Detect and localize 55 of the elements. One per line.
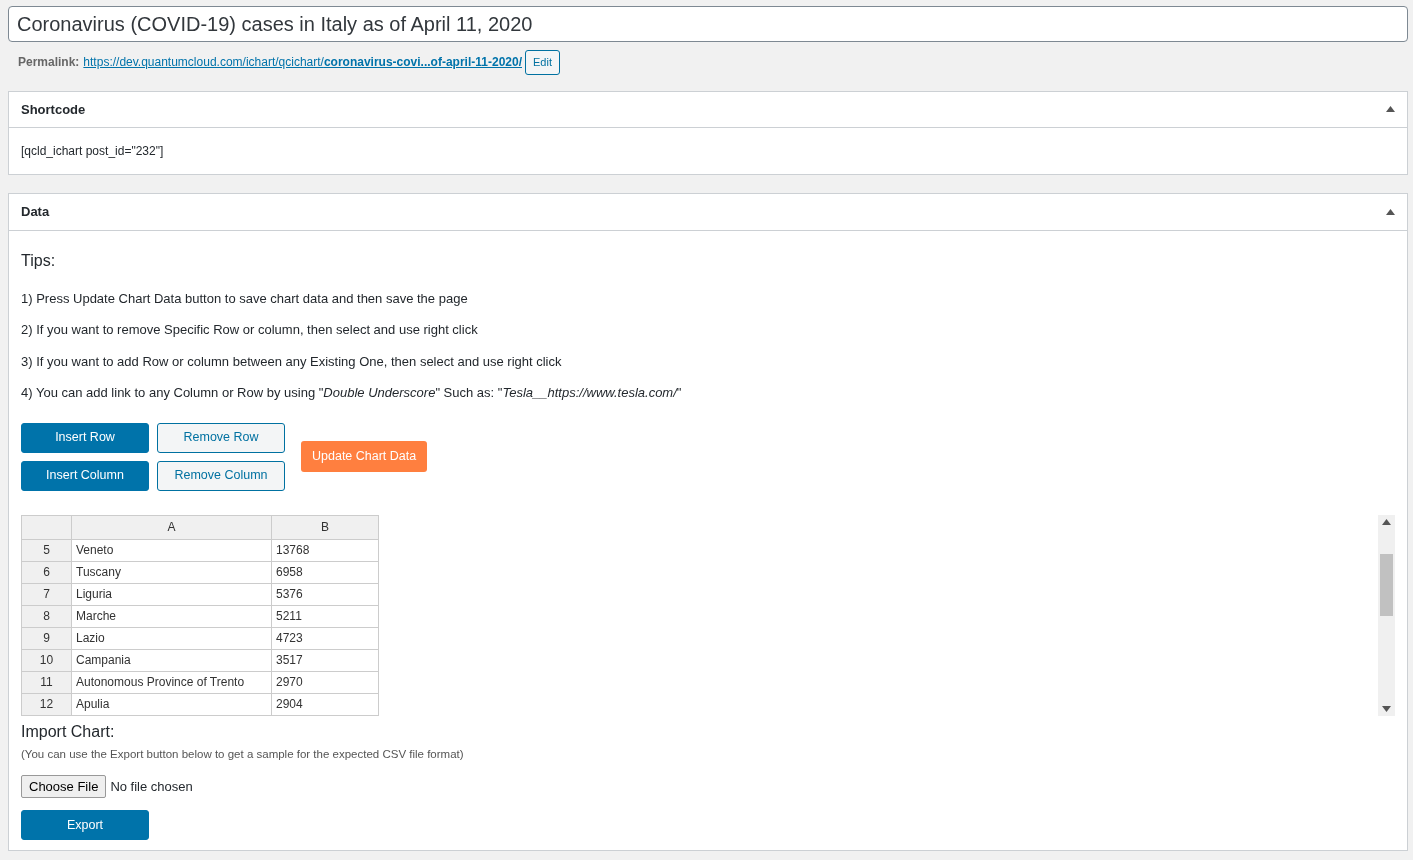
tip-text: 3) If you want to add Row or column between any Existing One, then select and use right click — [21, 352, 563, 371]
table-cell[interactable]: 2970 — [271, 671, 379, 693]
row-header: 11 — [21, 671, 72, 693]
import-note: (You can use the Export button below to get a sample for the expected CSV file format) — [21, 746, 465, 762]
row-header: 10 — [21, 649, 72, 671]
row-header: 8 — [21, 605, 72, 627]
row-header: 12 — [21, 693, 72, 715]
table-cell[interactable]: 5376 — [271, 583, 379, 605]
tip-text: 1) Press Update Chart Data button to save chart data and then save the page — [21, 289, 469, 308]
edit-button[interactable]: Edit — [525, 50, 560, 75]
tip-text: 2) If you want to remove Specific Row or column, then select and use right click — [21, 321, 479, 339]
collapse-toggle-icon[interactable] — [1386, 106, 1395, 113]
file-status: No file chosen — [110, 777, 193, 796]
table-cell[interactable]: Autonomous Province of Trento — [71, 671, 272, 693]
choose-file-button[interactable]: Choose File — [21, 774, 107, 799]
table-cell[interactable]: Lazio — [71, 627, 272, 649]
table-cell[interactable]: 13768 — [271, 539, 379, 561]
sheet-action-button[interactable]: Insert Row — [21, 422, 149, 453]
sheet-action-button[interactable]: Remove Row — [157, 422, 285, 453]
table-cell[interactable]: Liguria — [71, 583, 272, 605]
tip-text: 4) You can add link to any Column or Row by using "Double Underscore" Such as: "Tesla__https://www.tesla.com/" — [21, 384, 683, 402]
shortcode-text: [qcld_ichart post_id="232"] — [21, 143, 165, 160]
scroll-down-icon[interactable] — [1382, 705, 1391, 712]
export-button[interactable]: Export — [21, 810, 149, 841]
scroll-up-icon[interactable] — [1382, 518, 1391, 525]
table-cell[interactable]: 3517 — [271, 649, 379, 671]
collapse-toggle-icon[interactable] — [1386, 208, 1395, 215]
scrollbar-thumb[interactable] — [1380, 554, 1393, 616]
table-cell[interactable]: Campania — [71, 649, 272, 671]
table-cell[interactable]: 4723 — [271, 627, 379, 649]
table-cell[interactable]: 5211 — [271, 605, 379, 627]
permalink-link[interactable]: https://dev.quantumcloud.com/ichart/qcichart/coronavirus-covi...of-april-11-2020/ — [83, 53, 522, 72]
import-heading: Import Chart: — [21, 721, 116, 742]
panel-title: Data — [21, 203, 50, 221]
column-header: B — [271, 515, 379, 539]
title-field[interactable]: Coronavirus (COVID-19) cases in Italy as of April 11, 2020 — [8, 6, 1408, 42]
spreadsheet[interactable]: A B 5 Veneto 13768 6 Tuscany 6958 7 Liguria 5376 8 Marche 5211 9 Lazio 4723 10 Campania 3517 11 Autonomous Province of Trento 2970 12 Apulia 2904 — [21, 514, 379, 716]
row-header: 5 — [21, 539, 72, 561]
table-cell[interactable]: Apulia — [71, 693, 272, 715]
table-cell[interactable]: Tuscany — [71, 561, 272, 583]
row-header: 7 — [21, 583, 72, 605]
panel-title: Shortcode — [21, 100, 86, 119]
table-cell[interactable]: 2904 — [271, 693, 379, 715]
scrollbar[interactable] — [1378, 514, 1395, 716]
row-header: 9 — [21, 627, 72, 649]
sheet-action-button[interactable]: Insert Column — [21, 460, 149, 491]
permalink-label: Permalink: — [18, 54, 80, 72]
table-cell[interactable]: Veneto — [71, 539, 272, 561]
row-header: 6 — [21, 561, 72, 583]
sheet-action-button[interactable]: Remove Column — [157, 460, 285, 491]
table-cell[interactable]: 6958 — [271, 561, 379, 583]
column-header: A — [71, 515, 272, 539]
tips-heading: Tips: — [21, 250, 57, 271]
corner-cell — [21, 515, 72, 539]
table-cell[interactable]: Marche — [71, 605, 272, 627]
